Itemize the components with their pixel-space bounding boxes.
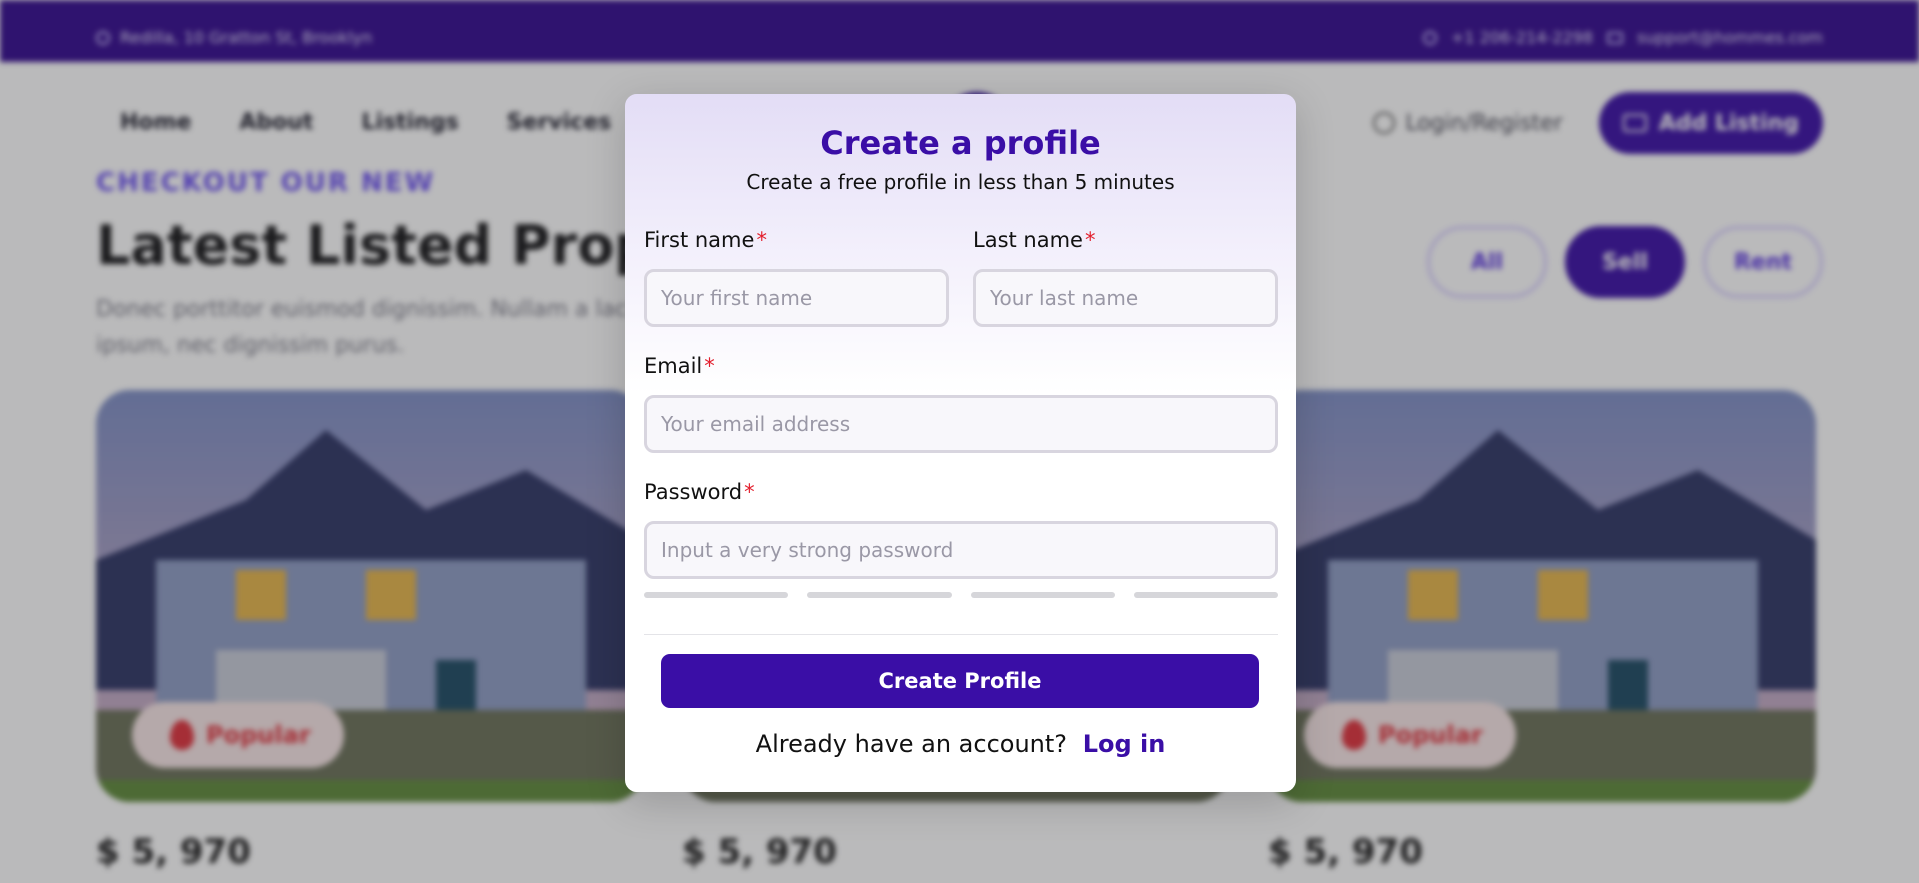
strength-segment: [644, 592, 789, 598]
required-mark: *: [744, 480, 755, 504]
login-prompt: Already have an account? Log in: [625, 730, 1296, 758]
password-strength-meter: [644, 592, 1278, 598]
email-input[interactable]: [644, 395, 1278, 453]
required-mark: *: [756, 228, 767, 252]
required-mark: *: [1084, 228, 1096, 252]
strength-segment: [1133, 592, 1278, 598]
last-name-input[interactable]: [973, 269, 1278, 327]
modal-title: Create a profile: [820, 124, 1101, 162]
login-link[interactable]: Log in: [1083, 730, 1166, 758]
have-account-text: Already have an account?: [755, 730, 1068, 758]
first-name-input[interactable]: [644, 269, 949, 327]
password-label-text: Password: [644, 480, 743, 504]
divider: [644, 634, 1278, 635]
email-label: Email*: [644, 354, 715, 378]
modal-subtitle: Create a free profile in less than 5 min…: [746, 170, 1175, 194]
create-profile-button[interactable]: Create Profile: [661, 654, 1259, 708]
create-profile-modal: Create a profile Create a free profile i…: [625, 94, 1296, 792]
last-name-label: Last name*: [973, 228, 1095, 252]
password-label: Password*: [644, 480, 755, 504]
required-mark: *: [704, 354, 715, 378]
email-label-text: Email: [644, 354, 703, 378]
first-name-label-text: First name: [644, 228, 755, 252]
strength-segment: [807, 592, 952, 598]
first-name-label: First name*: [644, 228, 767, 252]
password-input[interactable]: [644, 521, 1278, 579]
last-name-label-text: Last name: [973, 228, 1083, 252]
strength-segment: [970, 592, 1115, 598]
